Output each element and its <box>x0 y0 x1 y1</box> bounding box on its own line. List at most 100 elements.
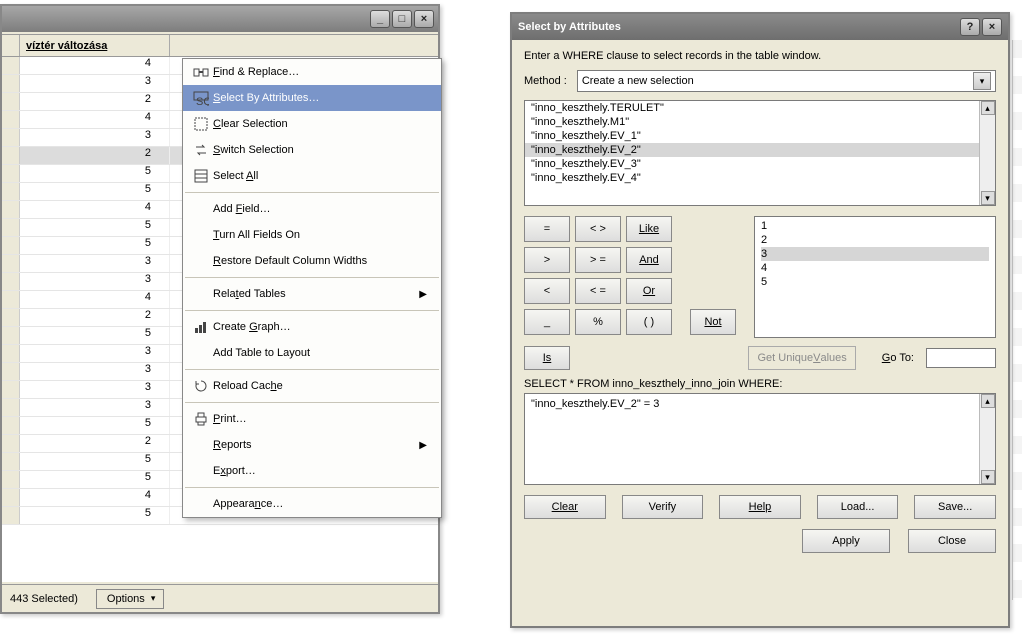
field-item[interactable]: "inno_keszthely.EV_3" <box>525 157 995 171</box>
op-gt[interactable]: > <box>524 247 570 273</box>
menu-item-label: Select All <box>213 170 427 182</box>
load-button[interactable]: Load... <box>817 495 899 519</box>
unique-value-item[interactable]: 3 <box>761 247 989 261</box>
op-like[interactable]: Like <box>626 216 672 242</box>
op-ne[interactable]: < > <box>575 216 621 242</box>
op-ge[interactable]: > = <box>575 247 621 273</box>
cell-value: 2 <box>20 309 170 326</box>
column-header[interactable]: víztér változása <box>20 35 170 56</box>
op-percent[interactable]: % <box>575 309 621 335</box>
menu-item[interactable]: Appearance… <box>183 491 441 517</box>
menu-item[interactable]: Create Graph… <box>183 314 441 340</box>
scrollbar[interactable]: ▴ ▾ <box>979 101 995 205</box>
field-item[interactable]: "inno_keszthely.M1" <box>525 115 995 129</box>
menu-item[interactable]: Reports▶ <box>183 432 441 458</box>
row-header[interactable] <box>2 417 20 434</box>
op-eq[interactable]: = <box>524 216 570 242</box>
row-header[interactable] <box>2 237 20 254</box>
chevron-down-icon[interactable]: ▾ <box>973 72 991 90</box>
help-button[interactable]: ? <box>960 18 980 36</box>
menu-item[interactable]: Related Tables▶ <box>183 281 441 307</box>
op-is[interactable]: Is <box>524 346 570 370</box>
apply-button[interactable]: Apply <box>802 529 890 553</box>
field-item[interactable]: "inno_keszthely.EV_2" <box>525 143 995 157</box>
scroll-up-icon[interactable]: ▴ <box>981 394 995 408</box>
menu-item[interactable]: Print… <box>183 406 441 432</box>
menu-item[interactable]: Add Field… <box>183 196 441 222</box>
row-header[interactable] <box>2 399 20 416</box>
menu-item[interactable]: Find & Replace… <box>183 59 441 85</box>
menu-item[interactable]: Restore Default Column Widths <box>183 248 441 274</box>
op-lt[interactable]: < <box>524 278 570 304</box>
row-header[interactable] <box>2 327 20 344</box>
cell-value: 4 <box>20 57 170 74</box>
options-button[interactable]: Options ▾ <box>96 589 164 609</box>
row-header[interactable] <box>2 471 20 488</box>
dialog-close-button[interactable]: × <box>982 18 1002 36</box>
unique-value-item[interactable]: 2 <box>761 233 989 247</box>
row-header[interactable] <box>2 489 20 506</box>
scrollbar[interactable]: ▴ ▾ <box>979 394 995 484</box>
row-header[interactable] <box>2 363 20 380</box>
field-item[interactable]: "inno_keszthely.EV_1" <box>525 129 995 143</box>
row-header[interactable] <box>2 57 20 74</box>
close-button[interactable]: × <box>414 10 434 28</box>
row-header[interactable] <box>2 201 20 218</box>
verify-button[interactable]: Verify <box>622 495 704 519</box>
row-header[interactable] <box>2 453 20 470</box>
op-not[interactable]: Not <box>690 309 736 335</box>
row-header[interactable] <box>2 273 20 290</box>
menu-item-label: Print… <box>213 413 427 425</box>
unique-value-item[interactable]: 1 <box>761 219 989 233</box>
menu-item[interactable]: Clear Selection <box>183 111 441 137</box>
scroll-down-icon[interactable]: ▾ <box>981 470 995 484</box>
row-header[interactable] <box>2 291 20 308</box>
scroll-down-icon[interactable]: ▾ <box>981 191 995 205</box>
maximize-button[interactable]: □ <box>392 10 412 28</box>
menu-item[interactable]: Reload Cache <box>183 373 441 399</box>
row-header[interactable] <box>2 381 20 398</box>
scroll-up-icon[interactable]: ▴ <box>981 101 995 115</box>
menu-item-label: Export… <box>213 465 427 477</box>
row-header[interactable] <box>2 147 20 164</box>
row-header[interactable] <box>2 129 20 146</box>
where-clause-textbox[interactable]: "inno_keszthely.EV_2" = 3 ▴ ▾ <box>524 393 996 485</box>
unique-values-listbox[interactable]: 12345 <box>754 216 996 338</box>
row-header[interactable] <box>2 255 20 272</box>
menu-item[interactable]: Export… <box>183 458 441 484</box>
op-paren[interactable]: ( ) <box>626 309 672 335</box>
row-header[interactable] <box>2 183 20 200</box>
close-button[interactable]: Close <box>908 529 996 553</box>
get-unique-values-button[interactable]: Get Unique Values <box>748 346 855 370</box>
clear-button[interactable]: Clear <box>524 495 606 519</box>
op-and[interactable]: And <box>626 247 672 273</box>
menu-item[interactable]: Select All <box>183 163 441 189</box>
minimize-button[interactable]: _ <box>370 10 390 28</box>
row-header[interactable] <box>2 507 20 524</box>
field-item[interactable]: "inno_keszthely.TERULET" <box>525 101 995 115</box>
row-header[interactable] <box>2 435 20 452</box>
menu-item[interactable]: Switch Selection <box>183 137 441 163</box>
menu-item[interactable]: Turn All Fields On <box>183 222 441 248</box>
row-header[interactable] <box>2 75 20 92</box>
row-header[interactable] <box>2 219 20 236</box>
method-combo[interactable]: Create a new selection ▾ <box>577 70 996 92</box>
save-button[interactable]: Save... <box>914 495 996 519</box>
row-header[interactable] <box>2 165 20 182</box>
row-header[interactable] <box>2 93 20 110</box>
row-header[interactable] <box>2 111 20 128</box>
op-or[interactable]: Or <box>626 278 672 304</box>
menu-item[interactable]: Add Table to Layout <box>183 340 441 366</box>
fields-listbox[interactable]: "inno_keszthely.TERULET""inno_keszthely.… <box>524 100 996 206</box>
row-header[interactable] <box>2 345 20 362</box>
field-item[interactable]: "inno_keszthely.EV_4" <box>525 171 995 185</box>
menu-item[interactable]: SQLSelect By Attributes… <box>183 85 441 111</box>
unique-value-item[interactable]: 5 <box>761 275 989 289</box>
op-underscore[interactable]: _ <box>524 309 570 335</box>
row-header-spacer <box>2 35 20 56</box>
goto-input[interactable] <box>926 348 996 368</box>
help-button[interactable]: Help <box>719 495 801 519</box>
row-header[interactable] <box>2 309 20 326</box>
op-le[interactable]: < = <box>575 278 621 304</box>
unique-value-item[interactable]: 4 <box>761 261 989 275</box>
